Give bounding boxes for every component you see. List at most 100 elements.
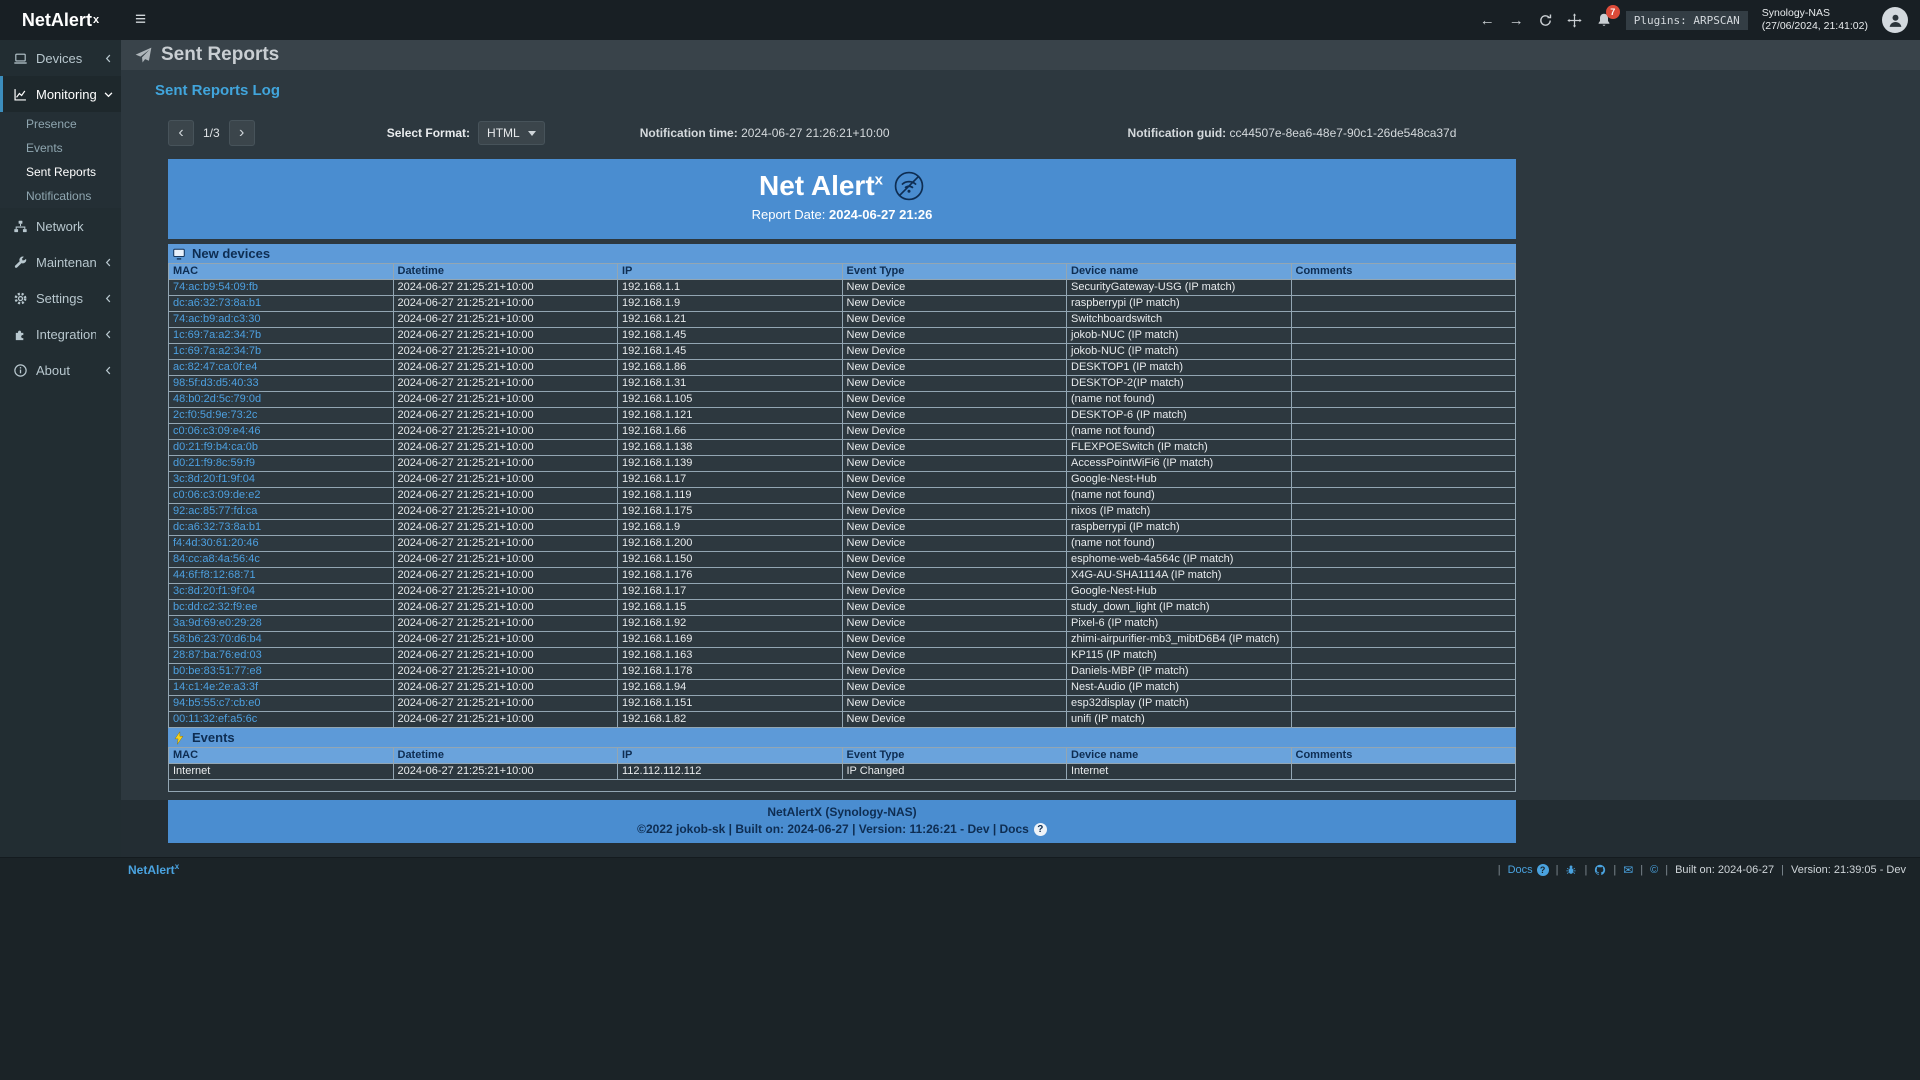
sidebar-item-integrations[interactable]: Integrations bbox=[0, 316, 121, 352]
table-cell: d0:21:f9:b4:ca:0b bbox=[169, 440, 394, 456]
table-cell: Nest-Audio (IP match) bbox=[1067, 680, 1292, 696]
mac-address-link[interactable]: dc:a6:32:73:8a:b1 bbox=[173, 297, 261, 309]
copyright-icon[interactable]: © bbox=[1650, 864, 1658, 876]
mac-address-link[interactable]: 98:5f:d3:d5:40:33 bbox=[173, 377, 259, 389]
sidebar-item-settings[interactable]: Settings bbox=[0, 280, 121, 316]
sidebar-item-events[interactable]: Events bbox=[0, 136, 121, 160]
table-cell: IP Changed bbox=[842, 764, 1067, 780]
menu-toggle-icon[interactable]: ≡ bbox=[135, 0, 146, 40]
mac-address-link[interactable]: d0:21:f9:8c:59:f9 bbox=[173, 457, 255, 469]
sidebar-item-notifications[interactable]: Notifications bbox=[0, 184, 121, 208]
table-row: c0:06:c3:09:e4:46 2024-06-27 21:25:21+10:… bbox=[169, 424, 1516, 440]
app-logo[interactable]: NetAlertx bbox=[0, 0, 121, 40]
user-avatar[interactable] bbox=[1882, 7, 1908, 33]
report-preview: Net Alertx Report Date: 2024-06-27 21:26… bbox=[168, 159, 1516, 843]
move-icon[interactable] bbox=[1567, 13, 1582, 28]
table-cell bbox=[1291, 616, 1516, 632]
table-cell: 92:ac:85:77:fd:ca bbox=[169, 504, 394, 520]
mac-address-link[interactable]: bc:dd:c2:32:f9:ee bbox=[173, 601, 257, 613]
chevron-down-icon bbox=[528, 131, 536, 136]
table-cell bbox=[1291, 600, 1516, 616]
mac-address-link[interactable]: 3a:9d:69:e0:29:28 bbox=[173, 617, 262, 629]
table-cell: 2024-06-27 21:25:21+10:00 bbox=[393, 552, 618, 568]
column-header: MAC bbox=[169, 264, 394, 280]
table-cell: 2024-06-27 21:25:21+10:00 bbox=[393, 504, 618, 520]
chevron-left-icon bbox=[104, 258, 113, 267]
format-select[interactable]: HTML bbox=[478, 121, 545, 145]
mac-address-link[interactable]: 44:6f:f8:12:68:71 bbox=[173, 569, 256, 581]
envelope-icon[interactable]: ✉ bbox=[1623, 863, 1633, 877]
table-cell: 2024-06-27 21:25:21+10:00 bbox=[393, 424, 618, 440]
table-cell: 192.168.1.17 bbox=[618, 472, 843, 488]
table-cell: unifi (IP match) bbox=[1067, 712, 1292, 728]
next-page-button[interactable]: › bbox=[229, 120, 255, 146]
mac-address-link[interactable]: 28:87:ba:76:ed:03 bbox=[173, 649, 262, 661]
table-cell: Internet bbox=[169, 764, 394, 780]
mac-address-link[interactable]: 1c:69:7a:a2:34:7b bbox=[173, 345, 261, 357]
github-icon[interactable] bbox=[1594, 864, 1606, 876]
mac-address-link[interactable]: 1c:69:7a:a2:34:7b bbox=[173, 329, 261, 341]
sidebar-item-about[interactable]: About bbox=[0, 352, 121, 388]
mac-address-link[interactable]: 84:cc:a8:4a:56:4c bbox=[173, 553, 260, 565]
mac-address-link[interactable]: 3c:8d:20:f1:9f:04 bbox=[173, 585, 255, 597]
sidebar-item-maintenance[interactable]: Maintenance bbox=[0, 244, 121, 280]
mac-address-link[interactable]: 2c:f0:5d:9e:73:2c bbox=[173, 409, 257, 421]
sidebar-item-network[interactable]: Network bbox=[0, 208, 121, 244]
table-cell: New Device bbox=[842, 680, 1067, 696]
sidebar-item-sent-reports[interactable]: Sent Reports bbox=[0, 160, 121, 184]
mac-address-link[interactable]: 94:b5:55:c7:cb:e0 bbox=[173, 697, 260, 709]
table-cell bbox=[1291, 552, 1516, 568]
report-controls: ‹ 1/3 › Select Format: HTML Notification… bbox=[168, 120, 1516, 146]
table-cell: 192.168.1.9 bbox=[618, 296, 843, 312]
notifications-bell-icon[interactable]: 7 bbox=[1596, 12, 1612, 28]
laptop-icon bbox=[13, 51, 28, 66]
format-group: Select Format: HTML bbox=[387, 121, 545, 145]
table-cell: 2024-06-27 21:25:21+10:00 bbox=[393, 296, 618, 312]
sidebar-item-devices[interactable]: Devices bbox=[0, 40, 121, 76]
sent-reports-log-link[interactable]: Sent Reports Log bbox=[155, 82, 280, 99]
mac-address-link[interactable]: 48:b0:2d:5c:79:0d bbox=[173, 393, 261, 405]
table-cell: 2024-06-27 21:25:21+10:00 bbox=[393, 536, 618, 552]
table-row: 84:cc:a8:4a:56:4c 2024-06-27 21:25:21+10:… bbox=[169, 552, 1516, 568]
sidebar-item-monitoring[interactable]: Monitoring bbox=[0, 76, 121, 112]
sidebar-item-label: Integrations bbox=[36, 327, 96, 342]
docs-link[interactable]: Docs ? bbox=[1508, 864, 1549, 876]
prev-page-button[interactable]: ‹ bbox=[168, 120, 194, 146]
table-cell: 2024-06-27 21:25:21+10:00 bbox=[393, 584, 618, 600]
table-cell: 192.168.1.15 bbox=[618, 600, 843, 616]
mac-address-link[interactable]: 74:ac:b9:ad:c3:30 bbox=[173, 313, 260, 325]
sidebar-item-label: Devices bbox=[36, 51, 96, 66]
sidebar-item-presence[interactable]: Presence bbox=[0, 112, 121, 136]
mac-address-link[interactable]: 92:ac:85:77:fd:ca bbox=[173, 505, 257, 517]
table-cell: SecurityGateway-USG (IP match) bbox=[1067, 280, 1292, 296]
mac-address-link[interactable]: 58:b6:23:70:d6:b4 bbox=[173, 633, 262, 645]
table-cell: 2024-06-27 21:25:21+10:00 bbox=[393, 344, 618, 360]
mac-address-link[interactable]: b0:be:83:51:77:e8 bbox=[173, 665, 262, 677]
mac-address-link[interactable]: c0:06:c3:09:e4:46 bbox=[173, 425, 260, 437]
mac-address-link[interactable]: f4:4d:30:61:20:46 bbox=[173, 537, 259, 549]
report-header: Net Alertx Report Date: 2024-06-27 21:26 bbox=[168, 159, 1516, 239]
table-cell: Internet bbox=[1067, 764, 1292, 780]
mac-address-link[interactable]: dc:a6:32:73:8a:b1 bbox=[173, 521, 261, 533]
plugins-badge[interactable]: Plugins: ARPSCAN bbox=[1626, 11, 1748, 30]
mac-address-link[interactable]: 14:c1:4e:2e:a3:3f bbox=[173, 681, 258, 693]
mac-address-link[interactable]: 3c:8d:20:f1:9f:04 bbox=[173, 473, 255, 485]
mac-address-link[interactable]: 74:ac:b9:54:09:fb bbox=[173, 281, 258, 293]
bug-icon[interactable] bbox=[1565, 864, 1577, 876]
footer-built: Built on: 2024-06-27 bbox=[1675, 864, 1774, 876]
footer-brand-link[interactable]: NetAlertx bbox=[128, 862, 179, 877]
devices-icon bbox=[172, 247, 186, 261]
content-wrapper: Sent Reports Sent Reports Log ‹ 1/3 › Se… bbox=[121, 40, 1920, 857]
nav-back-icon[interactable]: ← bbox=[1480, 12, 1495, 29]
question-circle-icon[interactable]: ? bbox=[1034, 823, 1047, 836]
nav-forward-icon[interactable]: → bbox=[1509, 12, 1524, 29]
table-cell: New Device bbox=[842, 488, 1067, 504]
table-cell: 192.168.1.119 bbox=[618, 488, 843, 504]
table-cell: 2024-06-27 21:25:21+10:00 bbox=[393, 456, 618, 472]
mac-address-link[interactable]: c0:06:c3:09:de:e2 bbox=[173, 489, 260, 501]
mac-address-link[interactable]: ac:82:47:ca:0f:e4 bbox=[173, 361, 257, 373]
puzzle-icon bbox=[13, 327, 28, 342]
mac-address-link[interactable]: d0:21:f9:b4:ca:0b bbox=[173, 441, 258, 453]
mac-address-link[interactable]: 00:11:32:ef:a5:6c bbox=[173, 713, 257, 725]
refresh-icon[interactable] bbox=[1538, 13, 1553, 28]
